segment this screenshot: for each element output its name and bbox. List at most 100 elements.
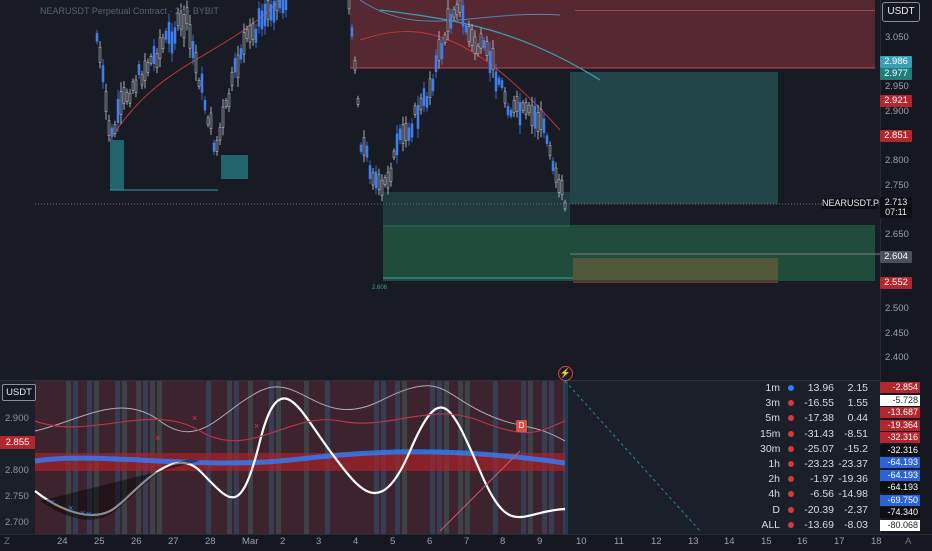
mtf-timeframe: 15m — [760, 427, 781, 440]
candle-body — [170, 31, 174, 54]
candle-body — [557, 178, 561, 193]
osc-tick: 2.900 — [5, 413, 29, 424]
mtf-timeframe: 2h — [768, 473, 780, 486]
candle-body — [119, 91, 123, 116]
candle-body — [380, 179, 384, 196]
mtf-value-1: -25.07 — [804, 442, 834, 455]
svg-text:×: × — [68, 503, 73, 513]
candle-body — [257, 8, 261, 27]
mtf-timeframe: D — [772, 503, 780, 516]
d-marker: D — [516, 420, 527, 432]
candle-body — [425, 96, 429, 108]
candle-body — [527, 104, 531, 114]
mtf-value-2: -2.37 — [844, 503, 868, 516]
candle-body — [221, 106, 225, 128]
osc-axis-value: -69.750 — [880, 494, 920, 506]
mtf-value-1: -17.38 — [804, 412, 834, 425]
mtf-value-1: -6.56 — [810, 488, 834, 501]
currency-button[interactable]: USDT — [882, 2, 920, 22]
candle-body — [467, 26, 471, 42]
mtf-value-2: -8.03 — [844, 518, 868, 531]
alert-icon[interactable]: ⚡ — [558, 366, 573, 381]
candle-body — [161, 37, 165, 49]
candle-body — [95, 32, 99, 42]
price-tick: 2.500 — [885, 303, 909, 314]
candle-body — [248, 24, 252, 43]
candle-body — [137, 64, 141, 75]
candle-body — [524, 102, 528, 115]
osc-axis-value: -32.316 — [880, 432, 920, 443]
osc-axis-value: -13.687 — [880, 407, 920, 418]
mtf-value-2: 2.15 — [847, 382, 868, 394]
candle-body — [362, 137, 366, 156]
mtf-timeframe: 1m — [765, 382, 780, 394]
osc-axis-value: -19.364 — [880, 419, 920, 431]
mtf-dot-icon — [788, 415, 794, 422]
candle-body — [452, 9, 456, 18]
candle-body — [497, 77, 501, 85]
time-label: 6 — [427, 536, 433, 547]
time-label: 8 — [500, 536, 506, 547]
oscillator-currency-button[interactable]: USDT — [2, 384, 36, 401]
candle-body — [539, 109, 543, 130]
candle-body — [101, 65, 105, 83]
mtf-timeframe: 5m — [765, 412, 780, 425]
mtf-value-1: -20.39 — [804, 503, 834, 516]
candle-body — [446, 8, 450, 32]
candle-body — [155, 53, 159, 68]
candle-body — [542, 118, 546, 133]
candle-body — [386, 171, 390, 189]
candle-body — [500, 80, 504, 88]
candle-body — [458, 0, 462, 13]
candle-body — [518, 101, 522, 126]
candle-body — [434, 55, 438, 73]
candle-body — [182, 14, 186, 39]
mtf-dot-icon — [788, 461, 794, 467]
svg-text:×: × — [155, 433, 160, 443]
pane-divider[interactable] — [0, 380, 932, 381]
candle-body — [521, 102, 525, 111]
candle-body — [128, 92, 132, 104]
candle-body — [242, 32, 246, 55]
candle-body — [536, 112, 540, 133]
candle-body — [113, 124, 117, 134]
osc-axis-value: -64.193 — [880, 482, 920, 493]
candle-body — [428, 78, 432, 98]
current-price-value: 2.713 — [884, 197, 908, 207]
candle-body — [437, 39, 441, 61]
price-tick: 2.450 — [885, 328, 909, 339]
candle-body — [107, 120, 111, 136]
candle-body — [494, 71, 498, 92]
candle-body — [203, 99, 207, 111]
candle-body — [158, 37, 162, 59]
candle-body — [254, 28, 258, 43]
left-zone-2 — [221, 155, 248, 179]
current-price-badge: 2.713 07:11 — [880, 197, 912, 218]
price-chart-pane[interactable]: 2.606 — [0, 0, 880, 380]
mtf-dot-icon — [788, 476, 794, 483]
candle-body — [410, 123, 414, 138]
candle-body — [482, 39, 486, 49]
time-label: 26 — [131, 536, 142, 547]
candle-body — [188, 24, 192, 49]
candle-body — [530, 104, 534, 127]
time-label: 4 — [353, 536, 359, 547]
candle-body — [506, 106, 510, 116]
mtf-value-1: -31.43 — [804, 427, 834, 440]
time-label: 13 — [688, 536, 699, 547]
candle-body — [563, 202, 567, 210]
candle-body — [134, 79, 138, 93]
time-label: 18 — [871, 536, 882, 547]
candle-body — [284, 0, 288, 11]
time-label: 25 — [94, 536, 105, 547]
oscillator-pane[interactable]: × × × × × × × — [0, 381, 880, 534]
candle-body — [110, 127, 114, 137]
symbol-badge: NEARUSDT.P — [822, 198, 880, 209]
candle-body — [473, 36, 477, 54]
candle-body — [548, 145, 552, 156]
svg-text:×: × — [50, 497, 55, 507]
osc-tick: 2.750 — [5, 491, 29, 502]
price-tick: 2.650 — [885, 229, 909, 240]
candle-body — [356, 98, 360, 105]
price-tick: 2.800 — [885, 155, 909, 166]
